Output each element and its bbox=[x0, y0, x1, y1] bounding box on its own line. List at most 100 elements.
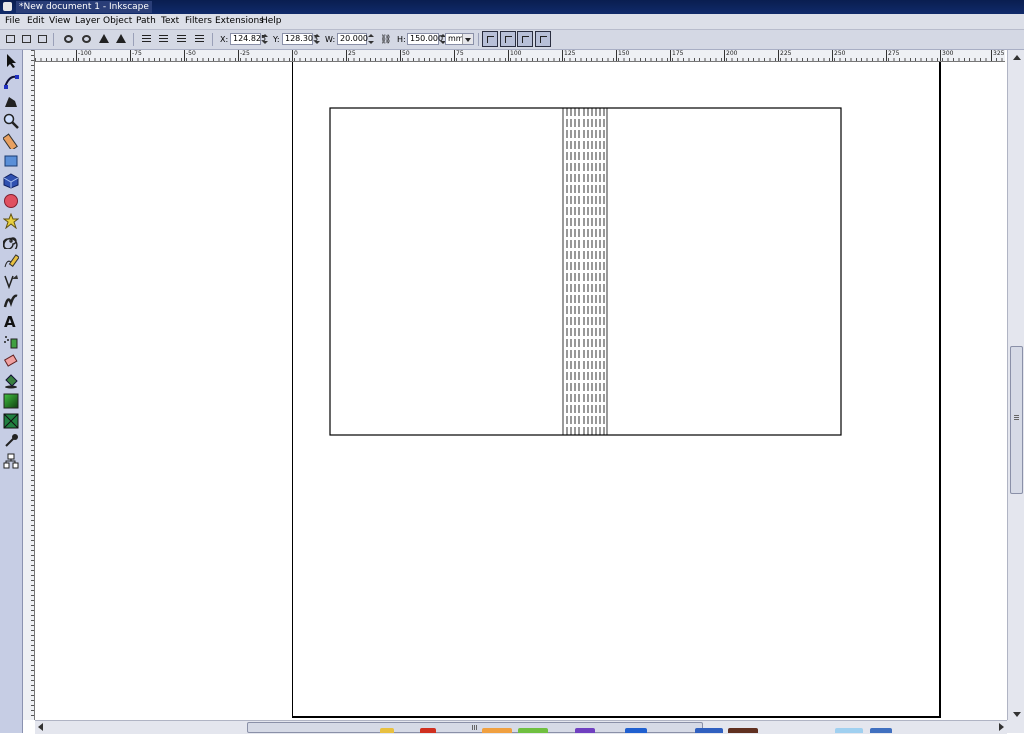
ruler-label: 200 bbox=[723, 50, 738, 61]
taskbar-icon[interactable] bbox=[518, 728, 548, 733]
menu-extensions[interactable]: Extensions bbox=[215, 16, 264, 27]
taskbar-icon[interactable] bbox=[728, 728, 758, 733]
w-field[interactable]: 20.000 bbox=[337, 33, 368, 45]
raise-to-top-icon bbox=[142, 35, 151, 43]
pen-tool[interactable] bbox=[3, 273, 19, 290]
magnifier-icon bbox=[3, 113, 19, 129]
rotate-ccw-icon bbox=[64, 35, 73, 43]
menu-object[interactable]: Object bbox=[103, 16, 132, 27]
spiral-icon bbox=[2, 237, 18, 253]
y-spin-arrows[interactable] bbox=[314, 33, 320, 45]
spray-tool[interactable] bbox=[3, 333, 19, 349]
paint-bucket-icon bbox=[5, 374, 18, 389]
select-all-button[interactable] bbox=[4, 33, 17, 45]
ruler-label: 150 bbox=[615, 50, 630, 61]
unit-select[interactable]: mm bbox=[445, 33, 474, 45]
star-tool[interactable] bbox=[2, 212, 20, 230]
menu-view[interactable]: View bbox=[49, 16, 70, 27]
vertical-scroll-thumb[interactable] bbox=[1010, 346, 1023, 494]
x-field[interactable]: 124.825 bbox=[230, 33, 266, 45]
pen-icon bbox=[4, 275, 18, 290]
toolbox: A bbox=[0, 50, 23, 733]
scale-stroke-toggle[interactable] bbox=[482, 31, 498, 47]
scale-corners-toggle[interactable] bbox=[500, 31, 516, 47]
raise-to-top-button[interactable] bbox=[140, 33, 153, 45]
canvas[interactable] bbox=[35, 62, 1007, 720]
connector-tool[interactable] bbox=[3, 453, 19, 469]
y-field[interactable]: 128.303 bbox=[282, 33, 318, 45]
rotate-ccw-button[interactable] bbox=[62, 33, 75, 45]
tweak-tool[interactable] bbox=[3, 93, 19, 109]
flip-horizontal-icon bbox=[99, 34, 109, 43]
ruler-label: -75 bbox=[130, 50, 142, 61]
scroll-right-arrow-icon[interactable] bbox=[999, 723, 1004, 731]
vertical-ruler[interactable] bbox=[23, 50, 35, 720]
selector-tool[interactable] bbox=[3, 53, 19, 69]
ruler-label: -100 bbox=[76, 50, 92, 61]
spiral-tool[interactable] bbox=[2, 233, 19, 253]
text-tool[interactable]: A bbox=[3, 313, 19, 331]
arrow-pointer-icon bbox=[7, 54, 16, 68]
x-spin-arrows[interactable] bbox=[262, 33, 268, 45]
flip-vertical-button[interactable] bbox=[115, 33, 128, 45]
menu-edit[interactable]: Edit bbox=[27, 16, 44, 27]
dashed-lines-group[interactable] bbox=[562, 108, 608, 435]
transform-patterns-toggle[interactable] bbox=[535, 31, 551, 47]
eraser-tool[interactable] bbox=[3, 353, 19, 369]
select-all-layers-button[interactable] bbox=[20, 33, 33, 45]
taskbar-icon[interactable] bbox=[420, 728, 436, 733]
menu-path[interactable]: Path bbox=[136, 16, 156, 27]
ruler-label: 125 bbox=[561, 50, 576, 61]
lower-to-bottom-button[interactable] bbox=[193, 33, 206, 45]
taskbar-icon[interactable] bbox=[482, 728, 512, 733]
scrollbar-corner bbox=[1007, 720, 1024, 733]
taskbar-icon[interactable] bbox=[695, 728, 723, 733]
taskbar-icon[interactable] bbox=[835, 728, 863, 733]
menu-text[interactable]: Text bbox=[161, 16, 179, 27]
horizontal-ruler[interactable]: -100 -75 -50 -25 0 25 50 75 100 125 150 … bbox=[35, 50, 1005, 62]
transform-gradients-toggle[interactable] bbox=[517, 31, 533, 47]
toolbar-separator bbox=[133, 33, 134, 46]
vertical-scrollbar[interactable] bbox=[1007, 50, 1024, 720]
calligraphy-tool[interactable] bbox=[3, 293, 19, 309]
node-tool[interactable] bbox=[3, 73, 19, 89]
text-a-icon: A bbox=[4, 313, 16, 331]
ruler-label: 325 bbox=[990, 50, 1005, 61]
menu-filters[interactable]: Filters bbox=[185, 16, 212, 27]
scroll-up-arrow-icon[interactable] bbox=[1013, 55, 1021, 60]
taskbar-icon[interactable] bbox=[870, 728, 892, 733]
ruler-label: -50 bbox=[184, 50, 196, 61]
toolbar-separator bbox=[478, 33, 479, 46]
h-field[interactable]: 150.000 bbox=[407, 33, 443, 45]
outer-rectangle[interactable] bbox=[329, 107, 842, 436]
pencil-icon bbox=[4, 254, 20, 268]
taskbar-icon[interactable] bbox=[625, 728, 647, 733]
3d-box-tool[interactable] bbox=[3, 173, 19, 189]
paint-bucket-tool[interactable] bbox=[3, 373, 19, 389]
scroll-down-arrow-icon[interactable] bbox=[1013, 712, 1021, 717]
zoom-tool[interactable] bbox=[3, 113, 19, 129]
dropper-tool[interactable] bbox=[3, 433, 19, 449]
menu-layer[interactable]: Layer bbox=[75, 16, 100, 27]
taskbar-icon[interactable] bbox=[575, 728, 595, 733]
taskbar-icon[interactable] bbox=[380, 728, 394, 733]
raise-button[interactable] bbox=[157, 33, 170, 45]
lock-icon[interactable]: ⛓ bbox=[380, 35, 391, 45]
rotate-cw-button[interactable] bbox=[80, 33, 93, 45]
pencil-tool[interactable] bbox=[3, 253, 20, 269]
title-bar: *New document 1 - Inkscape bbox=[0, 0, 1024, 14]
rectangle-tool[interactable] bbox=[3, 153, 19, 169]
scroll-left-arrow-icon[interactable] bbox=[38, 723, 43, 731]
flip-horizontal-button[interactable] bbox=[98, 33, 111, 45]
toolbar-separator bbox=[53, 33, 54, 46]
measure-tool[interactable] bbox=[2, 133, 19, 152]
lower-button[interactable] bbox=[175, 33, 188, 45]
ellipse-tool[interactable] bbox=[3, 193, 19, 209]
menu-help[interactable]: Help bbox=[261, 16, 282, 27]
deselect-button[interactable] bbox=[36, 33, 49, 45]
gradient-tool[interactable] bbox=[3, 393, 19, 409]
mesh-tool[interactable] bbox=[3, 413, 19, 429]
connector-icon bbox=[3, 453, 19, 469]
menu-file[interactable]: File bbox=[5, 16, 20, 27]
w-spin-arrows[interactable] bbox=[368, 33, 374, 45]
